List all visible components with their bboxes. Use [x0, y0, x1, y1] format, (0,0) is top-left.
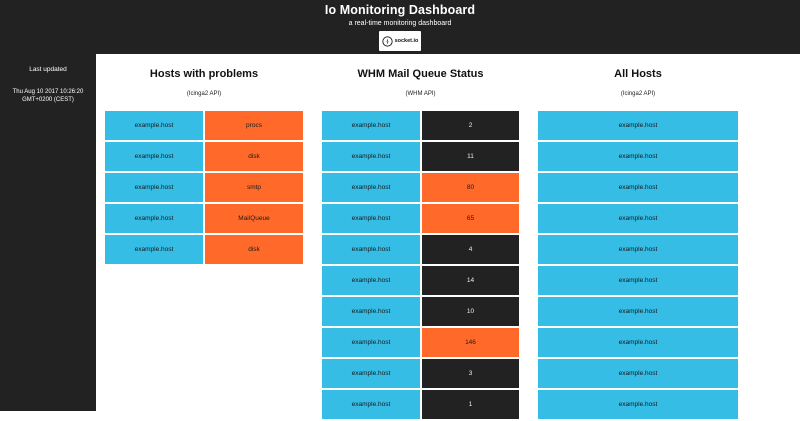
panel-subtitle: (WHM API): [405, 91, 436, 97]
problem-cell: procs: [205, 111, 303, 140]
host-name-cell: example.host: [322, 390, 420, 419]
table-row: example.host 80: [322, 173, 519, 202]
host-name-cell: example.host: [538, 297, 738, 326]
queue-count-cell: 1: [422, 390, 519, 419]
table-row: example.host MailQueue: [105, 204, 303, 233]
host-name-cell: example.host: [322, 173, 420, 202]
table-row: example.host 1: [322, 390, 519, 419]
table-row: example.host: [538, 111, 738, 140]
queue-count-cell: 4: [422, 235, 519, 264]
problem-cell: MailQueue: [205, 204, 303, 233]
queue-count-cell: 10: [422, 297, 519, 326]
host-name-cell: example.host: [322, 235, 420, 264]
host-name-cell: example.host: [105, 111, 203, 140]
queue-count-cell: 2: [422, 111, 519, 140]
host-name-cell: example.host: [538, 142, 738, 171]
host-name-cell: example.host: [105, 142, 203, 171]
sidebar: Last updated Thu Aug 10 2017 10:26:20 GM…: [0, 54, 96, 411]
host-name-cell: example.host: [538, 266, 738, 295]
host-name-cell: example.host: [322, 359, 420, 388]
allhosts-list: example.host example.host example.host exam…: [538, 111, 738, 421]
table-row: example.host: [538, 142, 738, 171]
last-updated-timestamp: Thu Aug 10 2017 10:26:20 GMT+0200 (CEST): [12, 89, 84, 103]
panel-subtitle: (Icinga2 API): [186, 91, 222, 97]
host-name-cell: example.host: [322, 328, 420, 357]
socketio-logo: socket.io: [379, 31, 421, 51]
problems-list: example.host procs example.host disk example…: [105, 111, 303, 266]
host-name-cell: example.host: [322, 111, 420, 140]
table-row: example.host: [538, 297, 738, 326]
panel-title: WHM Mail Queue Status: [357, 68, 484, 80]
problem-cell: disk: [205, 142, 303, 171]
panel-all-hosts: All Hosts (Icinga2 API) example.host exam…: [538, 54, 738, 419]
page-subtitle: a real-time monitoring dashboard: [348, 20, 452, 27]
table-row: example.host 2: [322, 111, 519, 140]
table-row: example.host disk: [105, 142, 303, 171]
panel-title: All Hosts: [614, 68, 662, 80]
host-name-cell: example.host: [538, 111, 738, 140]
header-bar: Io Monitoring Dashboard a real-time moni…: [0, 0, 800, 54]
panel-title: Hosts with problems: [149, 68, 259, 80]
table-row: example.host: [538, 328, 738, 357]
host-name-cell: example.host: [538, 390, 738, 419]
problem-cell: disk: [205, 235, 303, 264]
queue-count-cell: 14: [422, 266, 519, 295]
host-name-cell: example.host: [538, 204, 738, 233]
host-name-cell: example.host: [538, 173, 738, 202]
table-row: example.host: [538, 266, 738, 295]
mailqueue-list: example.host 2 example.host 11 example.host 8…: [322, 111, 519, 421]
table-row: example.host 146: [322, 328, 519, 357]
host-name-cell: example.host: [322, 297, 420, 326]
queue-count-cell: 80: [422, 173, 519, 202]
table-row: example.host smtp: [105, 173, 303, 202]
queue-count-cell: 3: [422, 359, 519, 388]
table-row: example.host 14: [322, 266, 519, 295]
queue-count-cell: 65: [422, 204, 519, 233]
socketio-logo-icon: [381, 35, 393, 47]
table-row: example.host: [538, 235, 738, 264]
panel-hosts-with-problems: Hosts with problems (Icinga2 API) exampl…: [105, 54, 303, 411]
host-name-cell: example.host: [105, 235, 203, 264]
table-row: example.host 4: [322, 235, 519, 264]
panel-subtitle: (Icinga2 API): [620, 91, 656, 97]
table-row: example.host: [538, 390, 738, 419]
problem-cell: smtp: [205, 173, 303, 202]
host-name-cell: example.host: [322, 204, 420, 233]
table-row: example.host procs: [105, 111, 303, 140]
host-name-cell: example.host: [538, 328, 738, 357]
table-row: example.host disk: [105, 235, 303, 264]
last-updated-label: Last updated: [29, 66, 67, 73]
queue-count-cell: 146: [422, 328, 519, 357]
queue-count-cell: 11: [422, 142, 519, 171]
table-row: example.host: [538, 173, 738, 202]
table-row: example.host 10: [322, 297, 519, 326]
host-name-cell: example.host: [105, 204, 203, 233]
table-row: example.host 3: [322, 359, 519, 388]
panel-whm-mail-queue: WHM Mail Queue Status (WHM API) example.…: [322, 54, 519, 419]
table-row: example.host 65: [322, 204, 519, 233]
host-name-cell: example.host: [538, 359, 738, 388]
host-name-cell: example.host: [322, 266, 420, 295]
host-name-cell: example.host: [322, 142, 420, 171]
table-row: example.host: [538, 359, 738, 388]
host-name-cell: example.host: [105, 173, 203, 202]
logo-text: socket.io: [394, 38, 419, 44]
host-name-cell: example.host: [538, 235, 738, 264]
table-row: example.host 11: [322, 142, 519, 171]
table-row: example.host: [538, 204, 738, 233]
page-title: Io Monitoring Dashboard: [324, 3, 476, 17]
